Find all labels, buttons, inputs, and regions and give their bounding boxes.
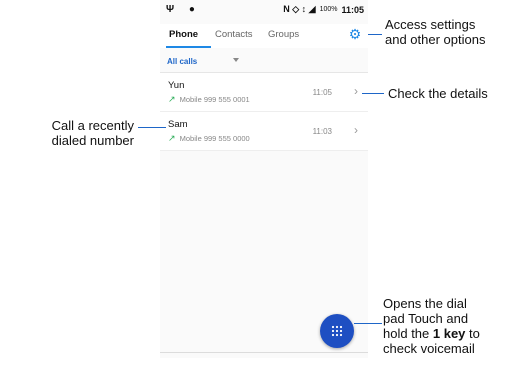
notification-icons: Ψ ●	[166, 4, 201, 15]
caller-name: Yun	[168, 80, 185, 91]
callout-settings: Access settings and other options	[385, 17, 485, 47]
call-time: 11:03	[312, 127, 332, 136]
call-details: ↗ Mobile 999 555 0001	[168, 94, 250, 105]
battery-level: 100%	[319, 6, 338, 13]
callout-dialpad-line4: check voicemail	[383, 341, 475, 356]
chevron-right-icon[interactable]: ›	[354, 84, 358, 98]
gear-icon[interactable]: ⚙	[348, 27, 362, 41]
callout-line-dialpad	[354, 323, 382, 324]
key-name: 1 key	[432, 326, 466, 341]
status-icons: N ◇ ↕ ◢	[283, 4, 316, 14]
tab-bar: Phone Contacts Groups	[160, 24, 368, 48]
chevron-down-icon	[233, 58, 239, 62]
call-log-row[interactable]: Yun ↗ Mobile 999 555 0001 11:05 ›	[160, 73, 368, 112]
callout-line-details	[362, 93, 384, 94]
callout-dialpad-line2: pad Touch and	[383, 311, 469, 326]
dialpad-icon	[331, 325, 343, 337]
outgoing-call-icon: ↗	[168, 133, 176, 143]
call-time: 11:05	[312, 88, 332, 97]
call-details: ↗ Mobile 999 555 0000	[168, 133, 250, 144]
callout-dialpad-line1: Opens the dial	[383, 296, 467, 311]
tab-phone[interactable]: Phone	[169, 29, 198, 40]
callout-recent-line1: Call a recently	[51, 118, 134, 133]
outgoing-call-icon: ↗	[168, 94, 176, 104]
callout-recent-line2: dialed number	[51, 133, 134, 148]
callout-details: Check the details	[388, 86, 488, 101]
callout-line-settings	[368, 34, 382, 35]
active-tab-indicator	[166, 46, 211, 48]
call-log-row[interactable]: Sam ↗ Mobile 999 555 0000 11:03 ›	[160, 112, 368, 151]
callout-settings-line1: Access settings	[385, 17, 476, 32]
tab-groups[interactable]: Groups	[268, 29, 299, 40]
filter-label: All calls	[167, 57, 198, 66]
phone-number: 999 555 0000	[203, 134, 250, 143]
callout-settings-line2: and other options	[385, 32, 486, 47]
status-time: 11:05	[341, 4, 364, 15]
divider	[160, 352, 368, 353]
chevron-right-icon[interactable]: ›	[354, 123, 358, 137]
status-bar: Ψ ● N ◇ ↕ ◢ 100% 11:05	[160, 0, 368, 20]
tab-contacts[interactable]: Contacts	[215, 29, 253, 40]
caller-name: Sam	[168, 119, 188, 130]
status-right: N ◇ ↕ ◢ 100% 11:05	[283, 4, 364, 15]
number-type: Mobile	[179, 134, 202, 143]
callout-dialpad: Opens the dial pad Touch and hold the 1 …	[383, 296, 480, 356]
call-filter[interactable]: All calls	[160, 52, 368, 73]
dialpad-button[interactable]	[320, 314, 354, 348]
callout-line-recent	[138, 127, 166, 128]
callout-dialpad-line3: hold the 1 key to	[383, 326, 480, 341]
number-type: Mobile	[179, 95, 202, 104]
phone-number: 999 555 0001	[203, 95, 250, 104]
callout-recent: Call a recently dialed number	[32, 118, 134, 148]
phone-screen: Ψ ● N ◇ ↕ ◢ 100% 11:05 Phone Contacts Gr…	[160, 0, 368, 358]
